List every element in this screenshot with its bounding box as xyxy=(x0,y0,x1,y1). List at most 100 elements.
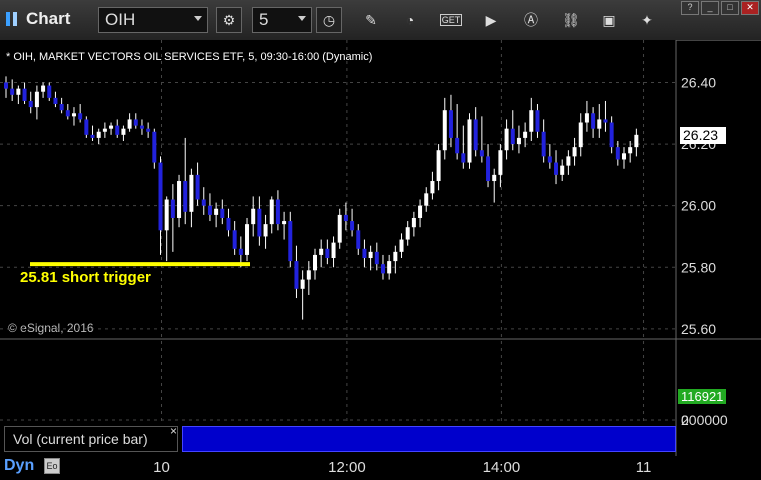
link-button[interactable]: ⛓ xyxy=(558,7,584,33)
candle-body xyxy=(393,251,398,262)
candle-body xyxy=(504,128,509,151)
candle-body xyxy=(41,85,46,92)
candle-body xyxy=(53,97,58,105)
candle-body xyxy=(380,264,385,274)
dynamic-label[interactable]: Dyn xyxy=(4,457,34,475)
candle-body xyxy=(448,110,453,138)
gauge-icon: ◔ xyxy=(405,12,415,28)
candle-body xyxy=(152,131,157,163)
candle-body xyxy=(170,199,175,218)
candle-body xyxy=(300,279,305,289)
candle-body xyxy=(510,128,515,145)
candle-body xyxy=(343,214,348,222)
candle-body xyxy=(207,205,212,215)
candle-body xyxy=(597,119,602,129)
candle-body xyxy=(251,208,256,225)
settings-icon[interactable]: Eo xyxy=(44,458,60,474)
minimize-icon[interactable]: _ xyxy=(701,1,719,15)
symbol-input[interactable]: OIH xyxy=(98,7,208,33)
candle-body xyxy=(177,181,182,218)
candle-body xyxy=(350,221,355,231)
candle-body xyxy=(65,110,70,117)
alert-icon: Ⓐ xyxy=(524,12,538,28)
gear-icon: ⚙ xyxy=(222,11,236,28)
time-tick-label: 14:00 xyxy=(483,459,521,476)
interval-settings-button[interactable]: ⚙ xyxy=(216,7,242,33)
get-icon: GET xyxy=(439,14,463,26)
candle-body xyxy=(473,119,478,151)
volume-axis: 2000000 xyxy=(681,412,728,428)
current-price-tag: 26.23 xyxy=(680,127,726,144)
candle-body xyxy=(133,119,138,126)
candle-body xyxy=(238,248,243,255)
price-tick-label: 26.00 xyxy=(681,198,716,214)
candle-body xyxy=(84,119,89,135)
trigger-annotation: 25.81 short trigger xyxy=(20,269,151,286)
candle-body xyxy=(430,181,435,194)
candle-body xyxy=(306,270,311,280)
volume-study-bar xyxy=(182,426,676,452)
copyright-text: © eSignal, 2016 xyxy=(8,321,94,335)
candle-body xyxy=(442,110,447,151)
candle-body xyxy=(263,224,268,237)
candle-body xyxy=(498,150,503,175)
candle-body xyxy=(121,128,126,135)
price-chart[interactable]: * OIH, MARKET VECTORS OIL SERVICES ETF, … xyxy=(0,40,761,480)
chevron-down-icon[interactable] xyxy=(298,16,306,21)
price-tick-label: 25.80 xyxy=(681,259,716,275)
candle-body xyxy=(634,134,639,148)
candle-body xyxy=(96,131,101,138)
candle-body xyxy=(226,217,231,231)
candle-body xyxy=(572,147,577,157)
play-button[interactable]: ▶ xyxy=(478,7,504,33)
maximize-icon[interactable]: □ xyxy=(721,1,739,15)
candle-body xyxy=(374,251,379,265)
candle-body xyxy=(615,147,620,160)
candle-body xyxy=(78,113,83,120)
camera-icon: ▣ xyxy=(602,11,616,28)
twitter-button[interactable]: ✦ xyxy=(634,7,660,33)
chevron-down-icon[interactable] xyxy=(194,16,202,21)
studies-button[interactable]: ◔ xyxy=(397,7,423,33)
candle-body xyxy=(195,174,200,200)
candle-body xyxy=(560,165,565,175)
candle-body xyxy=(622,153,626,160)
screenshot-button[interactable]: ▣ xyxy=(596,7,622,33)
alert-button[interactable]: Ⓐ xyxy=(518,7,544,33)
get-button[interactable]: GET xyxy=(438,7,464,33)
close-icon[interactable]: × xyxy=(170,424,177,438)
volume-study-label[interactable]: Vol (current price bar) xyxy=(4,426,178,452)
draw-tool-button[interactable]: ✎ xyxy=(358,7,384,33)
volume-tick-label: 0 xyxy=(681,412,689,428)
candle-body xyxy=(529,110,534,132)
time-template-button[interactable]: ◷ xyxy=(316,7,342,33)
candle-body xyxy=(523,131,528,138)
candle-body xyxy=(4,82,8,89)
candle-body xyxy=(486,156,491,182)
price-tick-label: 25.60 xyxy=(681,321,716,337)
close-icon[interactable]: ✕ xyxy=(741,1,759,15)
candle-body xyxy=(411,217,416,228)
candle-body xyxy=(418,205,423,218)
candle-body xyxy=(325,248,330,259)
candle-body xyxy=(288,221,293,262)
candle-body xyxy=(541,131,546,157)
candle-body xyxy=(90,134,95,138)
candle-body xyxy=(127,119,132,129)
volume-pane xyxy=(0,340,676,424)
candle-body xyxy=(109,125,114,129)
candle-body xyxy=(22,88,27,101)
candle-body xyxy=(405,227,410,240)
twitter-icon: ✦ xyxy=(641,11,653,28)
interval-input[interactable]: 5 xyxy=(252,7,312,33)
price-axis: 26.4026.2026.0025.8025.60 xyxy=(681,74,716,336)
candle-body xyxy=(232,230,237,249)
help-icon[interactable]: ? xyxy=(681,1,699,15)
candle-body xyxy=(139,125,144,129)
link-icon: ⛓ xyxy=(562,11,580,28)
candle-body xyxy=(547,156,552,163)
candle-body xyxy=(436,150,441,182)
candle-body xyxy=(220,208,225,218)
candle-body xyxy=(313,254,317,271)
candle-body xyxy=(319,248,324,255)
